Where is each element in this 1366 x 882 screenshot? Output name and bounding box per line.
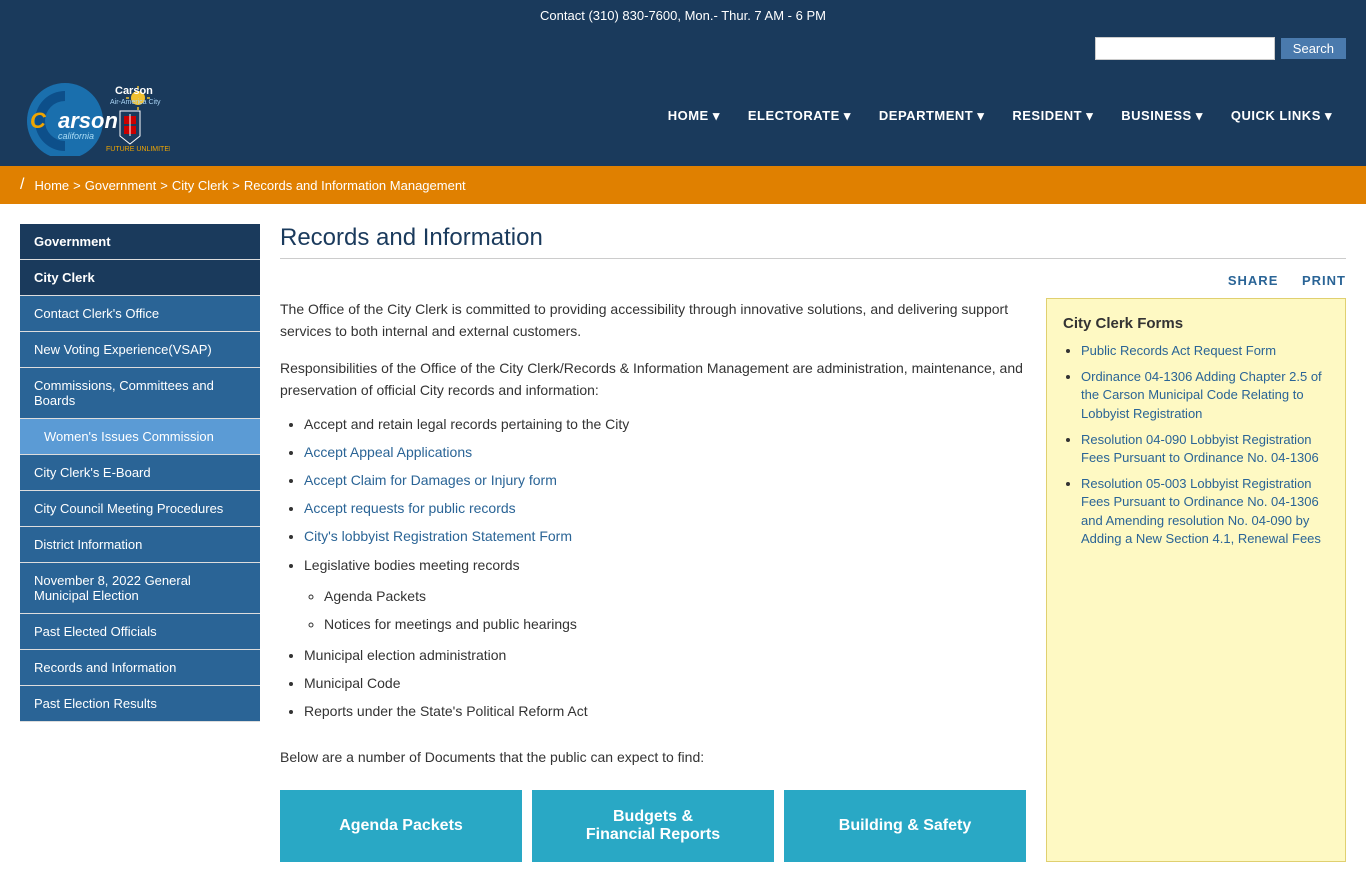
agenda-packets-item: Agenda Packets xyxy=(324,584,1026,609)
resp-item-4: Accept requests for public records xyxy=(304,496,1026,521)
search-row: Search xyxy=(0,31,1366,66)
intro-text: The Office of the City Clerk is committe… xyxy=(280,298,1026,343)
responsibilities-list: Accept and retain legal records pertaini… xyxy=(280,412,1026,725)
resp-item-8: Municipal Code xyxy=(304,671,1026,696)
resolution-090-link[interactable]: Resolution 04-090 Lobbyist Registration … xyxy=(1081,432,1319,465)
form-item-1: Public Records Act Request Form xyxy=(1081,342,1329,360)
breadcrumb-home[interactable]: Home xyxy=(34,178,69,193)
resp-item-2: Accept Appeal Applications xyxy=(304,440,1026,465)
responsibilities-section: The Office of the City Clerk is committe… xyxy=(280,298,1026,862)
forms-box: City Clerk Forms Public Records Act Requ… xyxy=(1046,298,1346,862)
public-records-link[interactable]: Public Records Act Request Form xyxy=(1081,343,1276,358)
nav-quicklinks[interactable]: QUICK LINKS ▾ xyxy=(1217,100,1346,132)
resolution-003-link[interactable]: Resolution 05-003 Lobbyist Registration … xyxy=(1081,476,1321,546)
print-button[interactable]: PRINT xyxy=(1302,273,1346,288)
two-col-layout: The Office of the City Clerk is committe… xyxy=(280,298,1346,862)
sidebar-item-records[interactable]: Records and Information xyxy=(20,650,260,686)
sidebar-item-past-elections[interactable]: Past Election Results xyxy=(20,686,260,722)
resp-item-7: Municipal election administration xyxy=(304,643,1026,668)
page-title: Records and Information xyxy=(280,224,1346,259)
sidebar-item-womens[interactable]: Women's Issues Commission xyxy=(20,419,260,455)
budgets-btn[interactable]: Budgets &Financial Reports xyxy=(532,790,774,862)
breadcrumb-cityclerk[interactable]: City Clerk xyxy=(172,178,228,193)
svg-text:california: california xyxy=(58,131,94,141)
sidebar-item-government[interactable]: Government xyxy=(20,224,260,260)
main-content: Records and Information SHARE PRINT The … xyxy=(280,224,1346,862)
breadcrumb-sep2: > xyxy=(160,178,168,193)
resp-item-5: City's lobbyist Registration Statement F… xyxy=(304,524,1026,549)
search-button[interactable]: Search xyxy=(1281,38,1346,59)
contact-bar: Contact (310) 830-7600, Mon.- Thur. 7 AM… xyxy=(0,0,1366,31)
sidebar-item-past-officials[interactable]: Past Elected Officials xyxy=(20,614,260,650)
svg-text:Carson: Carson xyxy=(115,85,153,97)
breadcrumb-current: Records and Information Management xyxy=(244,178,466,193)
breadcrumb-sep1: > xyxy=(73,178,81,193)
legislative-sublist: Agenda Packets Notices for meetings and … xyxy=(304,584,1026,637)
sidebar-item-nov2022[interactable]: November 8, 2022 General Municipal Elect… xyxy=(20,563,260,614)
nav-resident[interactable]: RESIDENT ▾ xyxy=(998,100,1107,132)
resp-item-6: Legislative bodies meeting records Agend… xyxy=(304,553,1026,638)
sidebar-item-district[interactable]: District Information xyxy=(20,527,260,563)
breadcrumb-bar: / Home > Government > City Clerk > Recor… xyxy=(0,166,1366,204)
contact-text: Contact (310) 830-7600, Mon.- Thur. 7 AM… xyxy=(540,8,826,23)
sidebar-item-cityclerk[interactable]: City Clerk xyxy=(20,260,260,296)
svg-text:Air-America City: Air-America City xyxy=(110,99,161,106)
form-item-4: Resolution 05-003 Lobbyist Registration … xyxy=(1081,475,1329,548)
sidebar-item-eboard[interactable]: City Clerk's E-Board xyxy=(20,455,260,491)
svg-text:FUTURE UNLIMITED: FUTURE UNLIMITED xyxy=(106,146,170,153)
sidebar-item-contact-clerk[interactable]: Contact Clerk's Office xyxy=(20,296,260,332)
breadcrumb-government[interactable]: Government xyxy=(85,178,157,193)
responsibilities-intro: Responsibilities of the Office of the Ci… xyxy=(280,357,1026,402)
building-safety-btn[interactable]: Building & Safety xyxy=(784,790,1026,862)
resp-item-3: Accept Claim for Damages or Injury form xyxy=(304,468,1026,493)
ordinance-link[interactable]: Ordinance 04-1306 Adding Chapter 2.5 of … xyxy=(1081,369,1322,420)
bottom-buttons: Agenda Packets Budgets &Financial Report… xyxy=(280,790,1026,862)
below-text: Below are a number of Documents that the… xyxy=(280,745,1026,770)
sidebar-item-commissions[interactable]: Commissions, Committees and Boards xyxy=(20,368,260,419)
share-print-bar: SHARE PRINT xyxy=(280,273,1346,288)
search-input[interactable] xyxy=(1095,37,1275,60)
notices-item: Notices for meetings and public hearings xyxy=(324,612,1026,637)
sidebar-item-council-procedures[interactable]: City Council Meeting Procedures xyxy=(20,491,260,527)
resp-item-9: Reports under the State's Political Refo… xyxy=(304,699,1026,724)
nav-department[interactable]: DEPARTMENT ▾ xyxy=(865,100,998,132)
forms-list: Public Records Act Request Form Ordinanc… xyxy=(1063,342,1329,548)
lobbyist-form-link[interactable]: City's lobbyist Registration Statement F… xyxy=(304,528,572,544)
breadcrumb-slash: / xyxy=(20,176,24,194)
accept-appeal-link[interactable]: Accept Appeal Applications xyxy=(304,444,472,460)
form-item-3: Resolution 04-090 Lobbyist Registration … xyxy=(1081,431,1329,467)
resp-item-1: Accept and retain legal records pertaini… xyxy=(304,412,1026,437)
logo-area[interactable]: arson C california Carson Air-America Ci… xyxy=(20,76,170,156)
main-nav: HOME ▾ ELECTORATE ▾ DEPARTMENT ▾ RESIDEN… xyxy=(654,100,1346,132)
accept-requests-link[interactable]: Accept requests for public records xyxy=(304,500,516,516)
svg-text:C: C xyxy=(30,108,47,133)
sidebar: Government City Clerk Contact Clerk's Of… xyxy=(20,224,260,862)
main-header: arson C california Carson Air-America Ci… xyxy=(0,66,1366,166)
logo-svg: arson C california Carson Air-America Ci… xyxy=(20,76,170,156)
agenda-packets-btn[interactable]: Agenda Packets xyxy=(280,790,522,862)
breadcrumb-sep3: > xyxy=(232,178,240,193)
svg-text:arson: arson xyxy=(58,108,118,133)
nav-home[interactable]: HOME ▾ xyxy=(654,100,734,132)
share-button[interactable]: SHARE xyxy=(1228,273,1279,288)
nav-business[interactable]: BUSINESS ▾ xyxy=(1107,100,1217,132)
accept-claim-link[interactable]: Accept Claim for Damages or Injury form xyxy=(304,472,557,488)
content-wrapper: Government City Clerk Contact Clerk's Of… xyxy=(0,204,1366,882)
form-item-2: Ordinance 04-1306 Adding Chapter 2.5 of … xyxy=(1081,368,1329,423)
nav-electorate[interactable]: ELECTORATE ▾ xyxy=(734,100,865,132)
forms-box-title: City Clerk Forms xyxy=(1063,315,1329,332)
sidebar-item-vsap[interactable]: New Voting Experience(VSAP) xyxy=(20,332,260,368)
